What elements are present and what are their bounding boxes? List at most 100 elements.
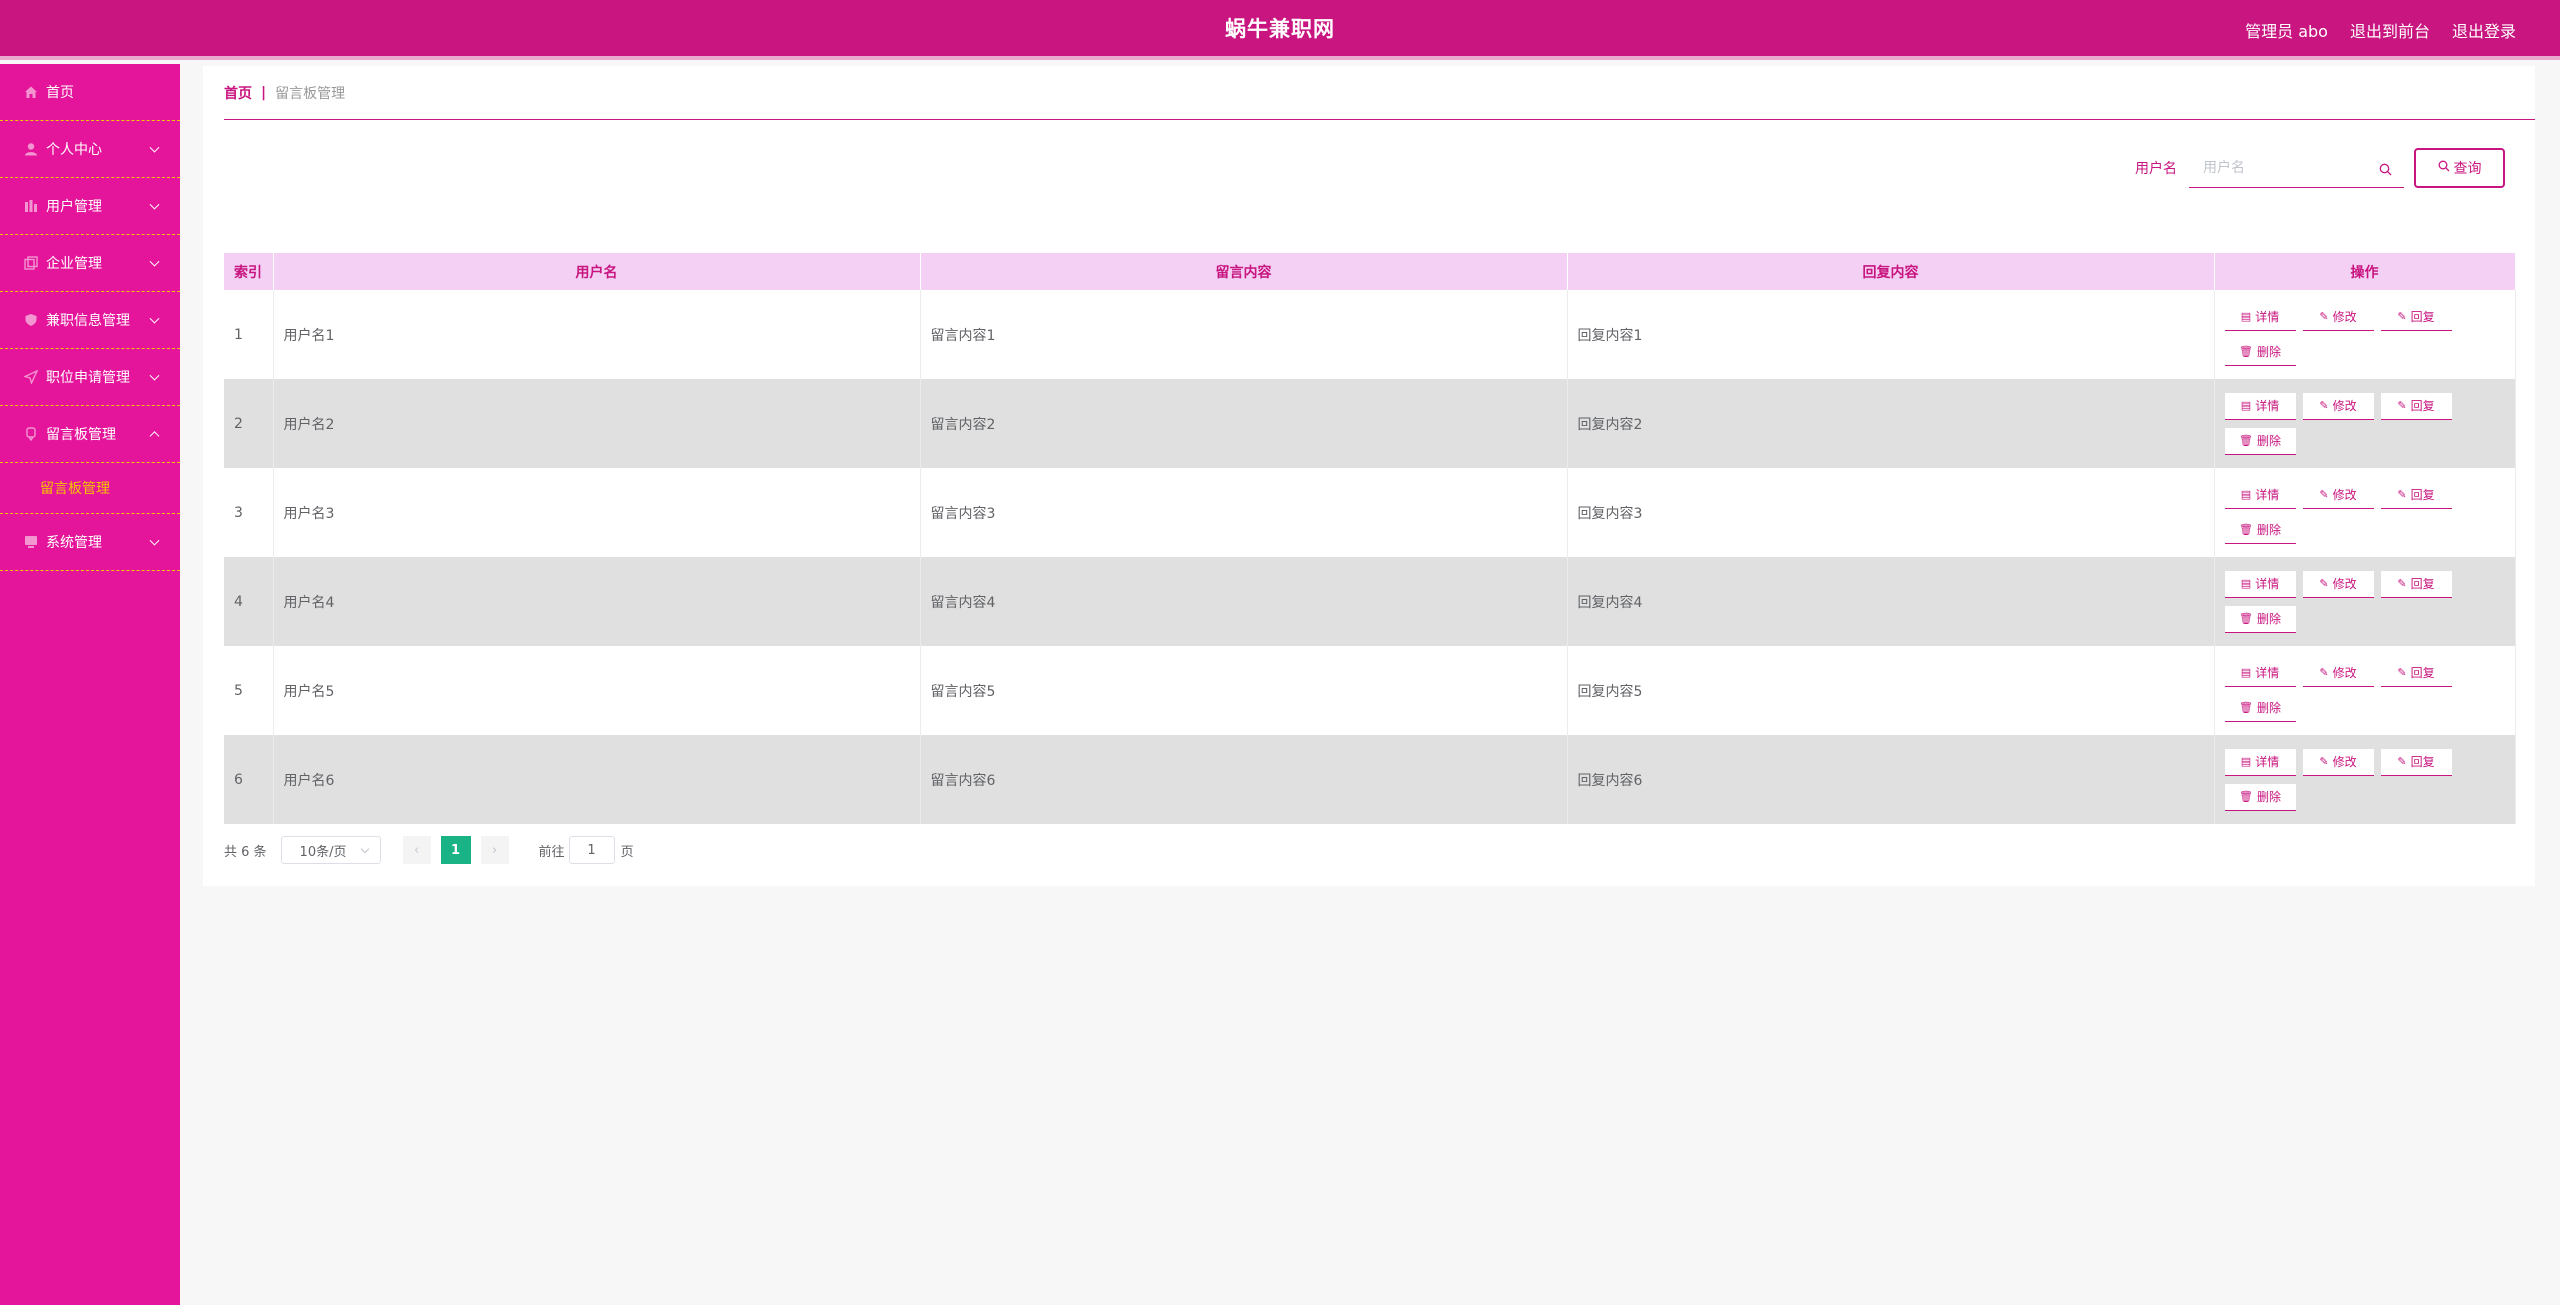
detail-button[interactable]: ▤ 详情 [2224,392,2296,420]
sidebar-item-label: 企业管理 [46,256,102,272]
edit-button[interactable]: ✎ 修改 [2302,303,2374,331]
edit-button-label: 修改 [2332,310,2357,324]
cell-index: 5 [224,646,274,735]
detail-button[interactable]: ▤ 详情 [2224,303,2296,331]
sidebar-item-users[interactable]: 用户管理 [0,178,180,235]
table-row: 1 用户名1 留言内容1 回复内容1 ▤ 详情 ✎ 修改 ✎ 回复 🗑 删除 [224,290,2516,379]
edit-button[interactable]: ✎ 修改 [2302,392,2374,420]
exit-to-front-link[interactable]: 退出到前台 [2350,18,2430,42]
system-icon [24,535,38,549]
site-title: 蜗牛兼职网 [1225,17,1335,41]
search-label: 用户名 [2135,161,2177,177]
reply-button[interactable]: ✎ 回复 [2380,570,2452,598]
cell-reply: 回复内容6 [1567,735,2215,824]
prev-page-button[interactable]: ‹ [402,836,431,864]
query-button[interactable]: 查询 [2414,148,2505,188]
sidebar-item-home[interactable]: 首页 [0,64,180,121]
reply-button-label: 回复 [2410,577,2435,591]
reply-button[interactable]: ✎ 回复 [2380,748,2452,776]
cell-message: 留言内容2 [920,379,1568,468]
reply-button-label: 回复 [2410,488,2435,502]
detail-button[interactable]: ▤ 详情 [2224,481,2296,509]
reply-button[interactable]: ✎ 回复 [2380,303,2452,331]
table-header-row: 索引 用户名 留言内容 回复内容 操作 [224,253,2516,290]
sidebar-item-profile[interactable]: 个人中心 [0,121,180,178]
chevron-down-icon [149,535,160,546]
chevron-down-icon [360,844,369,854]
cell-username: 用户名3 [273,468,921,557]
detail-button-label: 详情 [2255,577,2280,591]
edit-icon: ✎ [2397,577,2407,590]
page-size-select[interactable]: 10条/页 [280,836,381,864]
chevron-down-icon [149,370,160,381]
top-header: 蜗牛兼职网 管理员 abo 退出到前台 退出登录 [0,0,2560,60]
sidebar-item-application[interactable]: 职位申请管理 [0,349,180,406]
edit-icon: ✎ [2319,488,2329,501]
delete-button[interactable]: 🗑 删除 [2224,783,2296,811]
document-icon: ▤ [2240,666,2252,679]
reply-button[interactable]: ✎ 回复 [2380,392,2452,420]
delete-button[interactable]: 🗑 删除 [2224,605,2296,633]
delete-button[interactable]: 🗑 删除 [2224,694,2296,722]
row-actions: ▤ 详情 ✎ 修改 ✎ 回复 🗑 删除 [2224,570,2485,633]
edit-icon: ✎ [2319,755,2329,768]
chevron-down-icon [149,199,160,210]
sidebar-item-messageboard[interactable]: 留言板管理 [0,406,180,463]
search-bar: 用户名 查询 [2135,148,2505,188]
cell-index: 1 [224,290,274,379]
edit-button[interactable]: ✎ 修改 [2302,570,2374,598]
edit-button[interactable]: ✎ 修改 [2302,748,2374,776]
send-icon [24,370,38,384]
delete-button[interactable]: 🗑 删除 [2224,338,2296,366]
page-number-button[interactable]: 1 [440,836,471,864]
delete-button[interactable]: 🗑 删除 [2224,427,2296,455]
sidebar-item-label: 个人中心 [46,142,102,158]
logout-link[interactable]: 退出登录 [2452,18,2516,42]
edit-button[interactable]: ✎ 修改 [2302,659,2374,687]
sidebar-item-parttime[interactable]: 兼职信息管理 [0,292,180,349]
goto-page-input[interactable] [568,836,615,864]
delete-button[interactable]: 🗑 删除 [2224,516,2296,544]
cell-index: 4 [224,557,274,646]
detail-button[interactable]: ▤ 详情 [2224,748,2296,776]
reply-button[interactable]: ✎ 回复 [2380,481,2452,509]
breadcrumb-home[interactable]: 首页 [224,83,252,103]
sidebar-item-system[interactable]: 系统管理 [0,514,180,571]
detail-button[interactable]: ▤ 详情 [2224,570,2296,598]
detail-button-label: 详情 [2255,399,2280,413]
edit-icon: ✎ [2397,399,2407,412]
users-icon [24,199,38,213]
next-page-button[interactable]: › [480,836,509,864]
sidebar-item-label: 留言板管理 [46,427,116,443]
search-icon [2379,161,2392,180]
trash-icon: 🗑 [2239,523,2253,536]
row-actions: ▤ 详情 ✎ 修改 ✎ 回复 🗑 删除 [2224,303,2485,366]
trash-icon: 🗑 [2239,701,2253,714]
detail-button[interactable]: ▤ 详情 [2224,659,2296,687]
trash-icon: 🗑 [2239,434,2253,447]
cell-reply: 回复内容1 [1567,290,2215,379]
username-search-input[interactable] [2189,159,2369,176]
company-icon [24,256,38,270]
cell-username: 用户名6 [273,735,921,824]
sidebar-item-label: 用户管理 [46,199,102,215]
edit-button-label: 修改 [2332,755,2357,769]
main-panel: 首页 | 留言板管理 用户名 查询 索引 用户名 留言内容 回复内容 [203,66,2535,886]
cell-username: 用户名1 [273,290,921,379]
sidebar-item-company[interactable]: 企业管理 [0,235,180,292]
submenu-item-messageboard[interactable]: 留言板管理 [40,478,110,498]
edit-icon: ✎ [2319,310,2329,323]
detail-button-label: 详情 [2255,666,2280,680]
edit-button-label: 修改 [2332,666,2357,680]
edit-icon: ✎ [2397,666,2407,679]
cell-username: 用户名5 [273,646,921,735]
cell-actions: ▤ 详情 ✎ 修改 ✎ 回复 🗑 删除 [2214,379,2516,468]
column-header: 操作 [2214,253,2516,290]
reply-button[interactable]: ✎ 回复 [2380,659,2452,687]
chevron-down-icon [149,256,160,267]
cell-actions: ▤ 详情 ✎ 修改 ✎ 回复 🗑 删除 [2214,646,2516,735]
column-header: 用户名 [273,253,921,290]
pagination-total: 共 6 条 [224,844,267,860]
trash-icon: 🗑 [2239,790,2253,803]
edit-button[interactable]: ✎ 修改 [2302,481,2374,509]
